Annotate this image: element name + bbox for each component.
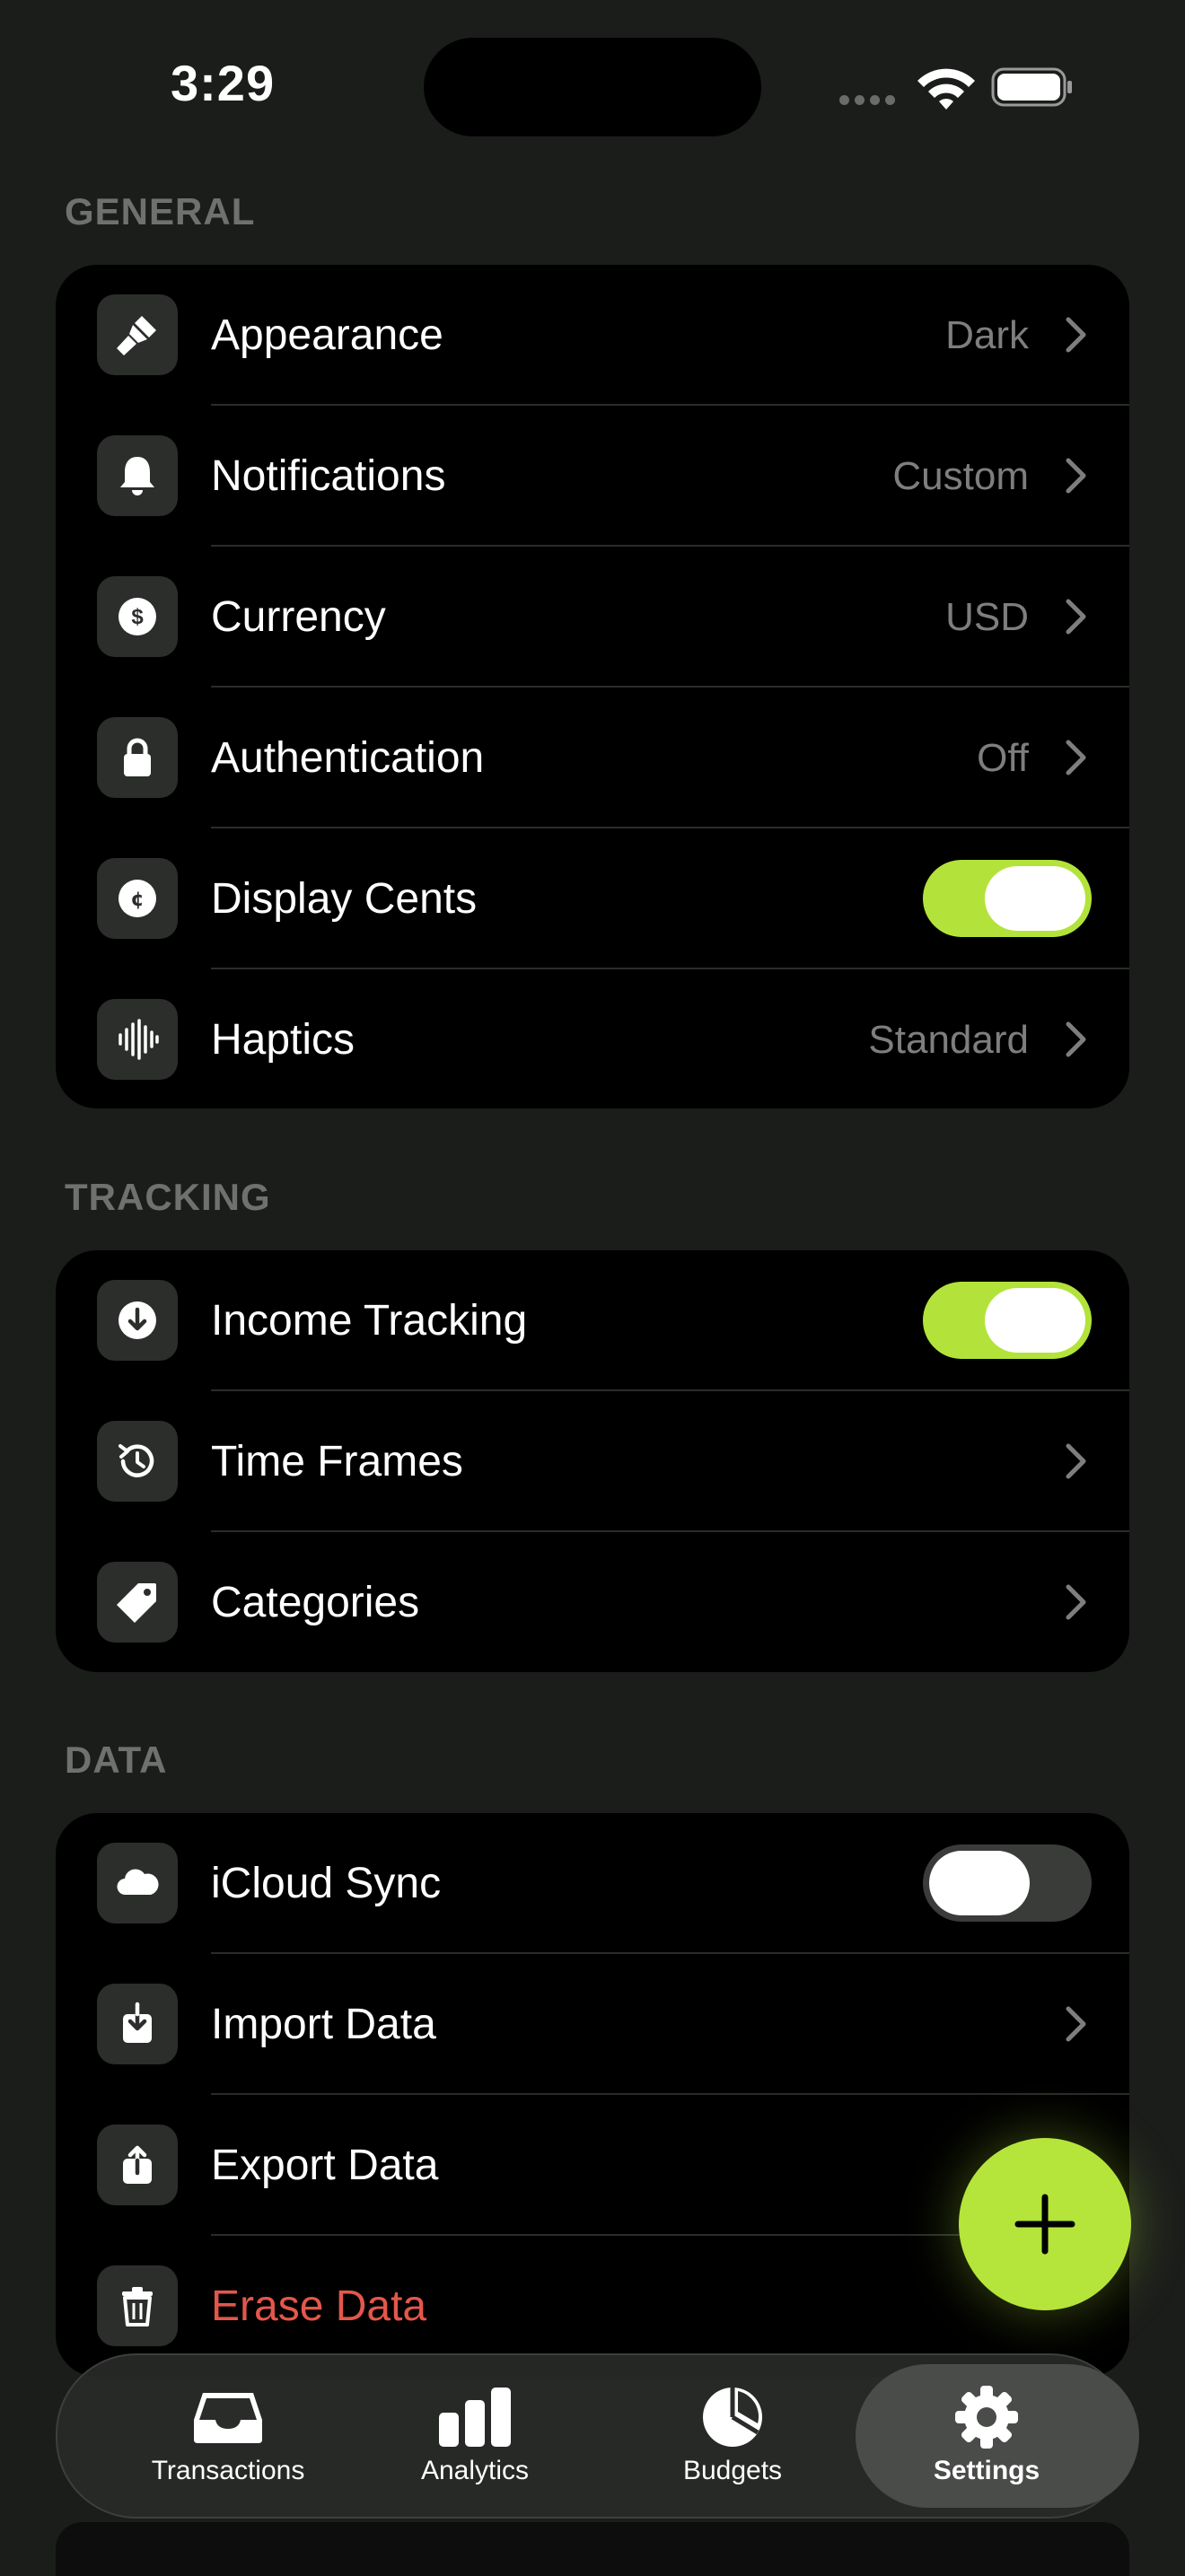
income-tracking-toggle[interactable] — [923, 1282, 1092, 1359]
add-transaction-button[interactable] — [959, 2138, 1131, 2310]
waveform-icon — [97, 999, 178, 1080]
authentication-row[interactable]: Authentication Off — [56, 688, 1129, 828]
gear-icon — [955, 2386, 1018, 2449]
svg-text:$: $ — [131, 605, 144, 629]
currency-label: Currency — [211, 593, 386, 641]
import-data-row[interactable]: Import Data — [56, 1954, 1129, 2095]
tab-settings[interactable]: Settings — [856, 2355, 1139, 2517]
dynamic-island — [424, 38, 761, 136]
export-icon — [97, 2125, 178, 2205]
tab-transactions[interactable]: Transactions — [102, 2355, 354, 2517]
tab-label: Transactions — [151, 2456, 305, 2485]
tab-label: Analytics — [420, 2456, 530, 2485]
income-tracking-row: Income Tracking — [56, 1250, 1129, 1391]
chevron-right-icon — [1066, 740, 1086, 775]
dollar-icon: $ — [97, 576, 178, 657]
chevron-right-icon — [1066, 317, 1086, 353]
section-header-general: GENERAL — [65, 190, 256, 232]
pie-chart-icon — [703, 2388, 762, 2447]
status-bar: 3:29 — [0, 0, 1185, 171]
tray-icon — [194, 2393, 262, 2443]
icloud-sync-row: iCloud Sync — [56, 1813, 1129, 1954]
general-settings-group: Appearance Dark Notifications Custom $ C… — [56, 265, 1129, 1108]
authentication-value: Off — [977, 736, 1029, 780]
notifications-row[interactable]: Notifications Custom — [56, 406, 1129, 547]
tab-analytics[interactable]: Analytics — [349, 2355, 601, 2517]
content-behind-tab-bar — [56, 2522, 1129, 2576]
toggle-knob — [985, 866, 1085, 931]
import-icon — [97, 1984, 178, 2064]
chevron-right-icon — [1066, 1021, 1086, 1057]
chevron-right-icon — [1066, 2006, 1086, 2042]
income-tracking-label: Income Tracking — [211, 1297, 528, 1345]
notifications-label: Notifications — [211, 452, 446, 500]
status-time: 3:29 — [171, 55, 276, 111]
wifi-icon — [917, 68, 975, 110]
tab-label: Budgets — [682, 2456, 783, 2485]
history-icon — [97, 1421, 178, 1502]
cellular-signal-icon — [839, 93, 900, 110]
tracking-settings-group: Income Tracking Time Frames Categories — [56, 1250, 1129, 1672]
tag-icon — [97, 1562, 178, 1643]
arrow-down-circle-icon — [97, 1280, 178, 1361]
paintbrush-icon — [97, 294, 178, 375]
chevron-right-icon — [1066, 599, 1086, 635]
appearance-row[interactable]: Appearance Dark — [56, 265, 1129, 406]
bar-chart-icon — [439, 2388, 511, 2447]
cent-icon: ¢ — [97, 858, 178, 939]
currency-value: USD — [945, 595, 1029, 639]
display-cents-row: ¢ Display Cents — [56, 828, 1129, 969]
trash-icon — [97, 2265, 178, 2346]
appearance-value: Dark — [945, 313, 1029, 357]
categories-row[interactable]: Categories — [56, 1532, 1129, 1672]
data-settings-group: iCloud Sync Import Data Export Data Eras… — [56, 1813, 1129, 2377]
svg-text:¢: ¢ — [130, 889, 144, 911]
lock-icon — [97, 717, 178, 798]
chevron-right-icon — [1066, 1443, 1086, 1479]
toggle-knob — [985, 1288, 1085, 1353]
time-frames-row[interactable]: Time Frames — [56, 1391, 1129, 1532]
icloud-sync-label: iCloud Sync — [211, 1860, 442, 1907]
haptics-label: Haptics — [211, 1016, 356, 1064]
notifications-value: Custom — [892, 454, 1029, 498]
categories-label: Categories — [211, 1579, 420, 1626]
appearance-label: Appearance — [211, 311, 443, 359]
cloud-icon — [97, 1843, 178, 1923]
chevron-right-icon — [1066, 1584, 1086, 1620]
haptics-value: Standard — [868, 1018, 1029, 1062]
icloud-sync-toggle[interactable] — [923, 1844, 1092, 1922]
authentication-label: Authentication — [211, 734, 485, 782]
tab-label: Settings — [933, 2456, 1040, 2485]
currency-row[interactable]: $ Currency USD — [56, 547, 1129, 688]
bell-icon — [97, 435, 178, 516]
import-data-label: Import Data — [211, 2001, 436, 2048]
section-header-data: DATA — [65, 1739, 168, 1781]
time-frames-label: Time Frames — [211, 1438, 463, 1485]
haptics-row[interactable]: Haptics Standard — [56, 969, 1129, 1108]
export-data-label: Export Data — [211, 2142, 439, 2189]
plus-icon — [1014, 2194, 1075, 2255]
tab-budgets[interactable]: Budgets — [607, 2355, 858, 2517]
tab-bar: Transactions Analytics Budgets Settings — [56, 2353, 1139, 2519]
battery-icon — [991, 67, 1072, 107]
display-cents-toggle[interactable] — [923, 860, 1092, 937]
display-cents-label: Display Cents — [211, 875, 478, 923]
section-header-tracking: TRACKING — [65, 1176, 271, 1218]
chevron-right-icon — [1066, 458, 1086, 494]
toggle-knob — [929, 1851, 1030, 1915]
